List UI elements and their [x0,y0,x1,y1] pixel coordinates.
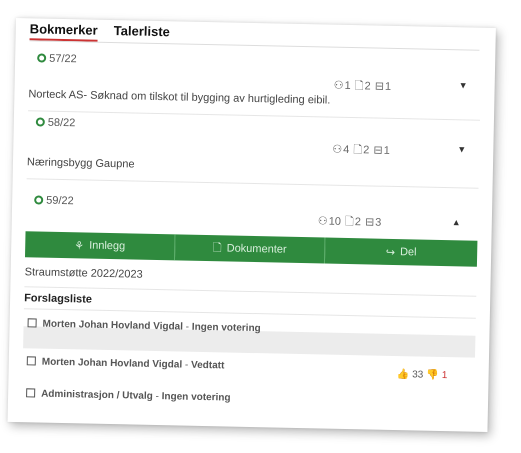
item-count: 1 [384,80,392,93]
share-icon: ↪ [385,246,396,259]
case-counts: ⚇10 🗋2 ⊟3 [317,212,382,232]
people-count: 1 [344,79,351,93]
votes-against: 1 [441,369,448,382]
case-number[interactable]: 57/22 [37,52,77,65]
proposal-status: Ingen votering [161,391,231,404]
votes-for: 33 [412,369,424,381]
doc-count: 2 [364,80,371,93]
people-count: 10 [328,215,342,228]
document-icon: 🗋 [353,144,363,157]
people-icon: ⚇ [317,215,328,228]
proposals-heading: Forslagsliste [24,292,93,306]
doc-count: 2 [354,216,362,229]
expand-arrow-icon[interactable]: ▼ [457,144,466,154]
list-box-icon: ⊟ [373,144,383,157]
tab-talerliste[interactable]: Talerliste [114,23,170,39]
case-number-text: 59/22 [46,194,74,208]
del-button[interactable]: ↪ Del [324,237,478,267]
thumbs-down-icon: 👎 [426,369,439,381]
document-icon: 🗋 [354,80,364,93]
divider [28,110,480,121]
meeting-panel: Bokmerker Talerliste 57/22 ⚇1 🗋2 ⊟1 ▼ No… [7,18,496,432]
proposal-icon [27,318,37,328]
case-title[interactable]: Straumstøtte 2022/2023 [25,266,143,280]
screenshot-stage: Bokmerker Talerliste 57/22 ⚇1 🗋2 ⊟1 ▼ No… [0,0,521,453]
collapse-arrow-icon[interactable]: ▲ [452,217,461,227]
dokumenter-button[interactable]: 🗋 Dokumenter [174,234,326,264]
case-number[interactable]: 59/22 [34,194,74,207]
speech-icon: ⚘ [74,239,85,252]
doc-count: 2 [363,144,370,157]
proposal-icon [26,388,36,398]
del-label: Del [399,246,417,259]
vote-tally: 👍 33 👎 1 [397,368,448,381]
status-circle-icon [35,117,45,127]
tab-bokmerker[interactable]: Bokmerker [30,21,98,37]
people-icon: ⚇ [333,79,344,92]
item-count: 1 [383,144,390,157]
proposal-icon [26,356,36,366]
thumbs-up-icon: 👍 [396,369,410,381]
status-circle-icon [34,195,44,205]
divider [23,308,476,319]
expand-arrow-icon[interactable]: ▼ [459,80,468,90]
case-counts: ⚇4 🗋2 ⊟1 [331,141,390,161]
proposal-status: Vedtatt [190,359,225,372]
case-number-text: 57/22 [49,52,77,66]
document-icon: 🗋 [344,215,354,229]
case-actions: ⚘ Innlegg 🗋 Dokumenter ↪ Del [24,231,478,267]
proposal-author: Morten Johan Hovland Vigdal [41,356,183,371]
proposal-item[interactable]: Morten Johan Hovland Vigdal - Vedtatt [26,356,225,372]
case-title[interactable]: Næringsbygg Gaupne [27,156,135,170]
innlegg-label: Innlegg [89,239,126,253]
case-counts: ⚇1 🗋2 ⊟1 [332,77,392,97]
proposal-status: Ingen votering [191,321,261,335]
proposal-item[interactable]: Administrasjon / Utvalg - Ingen votering [26,388,231,404]
people-count: 4 [343,143,350,157]
document-icon: 🗋 [212,241,222,254]
tabs-divider [29,40,480,51]
divider [24,286,477,297]
case-number-text: 58/22 [47,116,76,130]
case-number[interactable]: 58/22 [35,116,76,130]
case-title[interactable]: Norteck AS- Søknad om tilskot til byggin… [28,88,330,106]
divider [26,178,479,189]
item-count: 3 [375,216,382,229]
list-box-icon: ⊟ [364,216,375,229]
list-box-icon: ⊟ [374,80,385,93]
people-icon: ⚇ [332,143,343,156]
proposal-author: Administrasjon / Utvalg [41,388,153,402]
status-circle-icon [37,53,47,63]
dokumenter-label: Dokumenter [226,242,287,256]
innlegg-button[interactable]: ⚘ Innlegg [24,231,176,261]
